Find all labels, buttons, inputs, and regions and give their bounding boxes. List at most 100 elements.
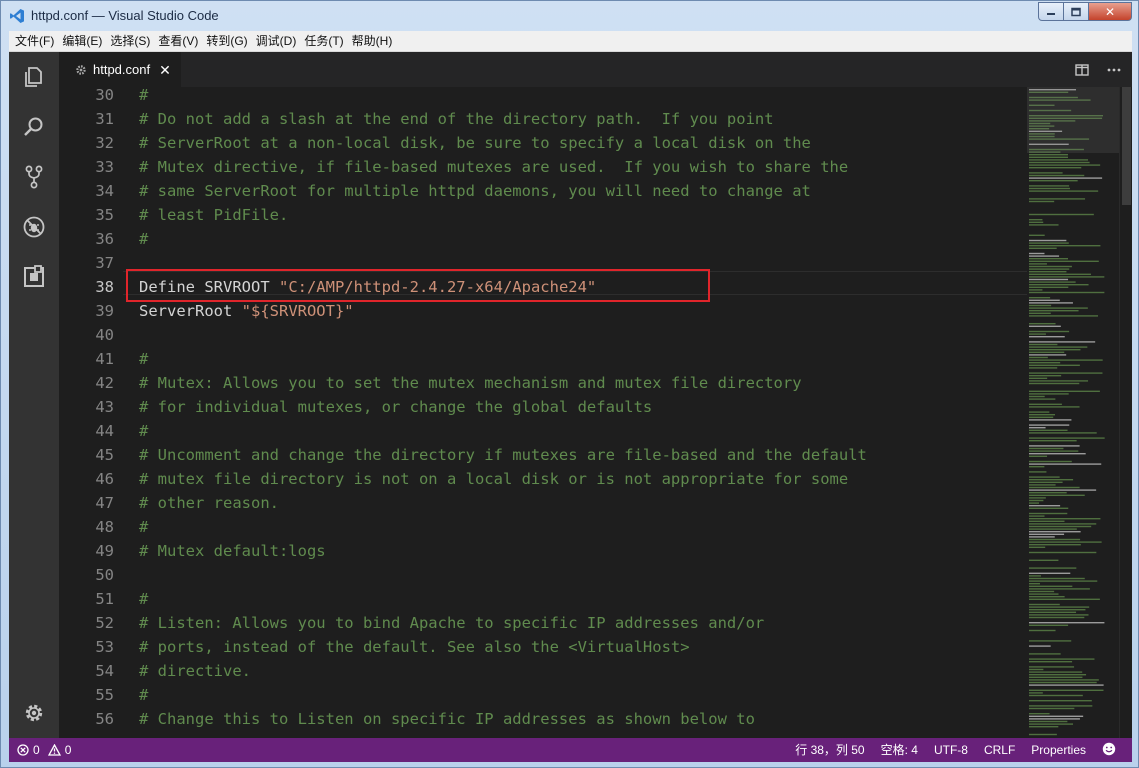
menu-file[interactable]: 文件(F) xyxy=(11,31,58,51)
line-number: 47 xyxy=(95,494,114,512)
problems-indicator[interactable]: 0 0 xyxy=(17,738,71,762)
minimap-line xyxy=(1029,705,1093,707)
minimap-line xyxy=(1029,291,1105,294)
cursor-position[interactable]: 行 38，列 50 xyxy=(787,738,872,762)
code-line[interactable]: 52 # Listen: Allows you to bind Apache to… xyxy=(59,611,1027,635)
minimap-line xyxy=(1029,377,1048,379)
minimap-line xyxy=(1029,533,1065,535)
code-token: "${SRVROOT}" xyxy=(241,302,354,320)
minimap-line xyxy=(1029,668,1044,671)
close-button[interactable]: ✕ xyxy=(1088,2,1132,21)
more-actions-button[interactable] xyxy=(1104,60,1124,80)
menu-selection[interactable]: 选择(S) xyxy=(106,31,154,51)
title-bar[interactable]: httpd.conf — Visual Studio Code ✕ xyxy=(1,1,1138,31)
minimap-line xyxy=(1029,484,1056,486)
code-line[interactable]: 43 # for individual mutexes, or change th… xyxy=(59,395,1027,419)
code-line[interactable]: 50 xyxy=(59,563,1027,587)
minimap-line xyxy=(1029,304,1052,307)
minimap-line xyxy=(1029,156,1068,158)
code-token: # Mutex directive, if file-based mutexes… xyxy=(139,158,849,176)
code-line[interactable]: 31 # Do not add a slash at the end of the… xyxy=(59,107,1027,131)
minimap-line xyxy=(1029,161,1090,164)
code-line[interactable]: 53 # ports, instead of the default. See a… xyxy=(59,635,1027,659)
code-line[interactable]: 36 # xyxy=(59,227,1027,251)
line-content: # Mutex: Allows you to set the mutex mec… xyxy=(139,371,802,395)
minimap-line xyxy=(1029,445,1080,447)
minimize-button[interactable] xyxy=(1038,2,1064,21)
minimap-line xyxy=(1029,247,1057,249)
code-line[interactable]: 39 ServerRoot "${SRVROOT}" xyxy=(59,299,1027,323)
manage-button[interactable] xyxy=(9,688,59,738)
code-line[interactable]: 44 # xyxy=(59,419,1027,443)
minimap-line xyxy=(1029,263,1047,265)
code-line[interactable]: 34 # same ServerRoot for multiple httpd d… xyxy=(59,179,1027,203)
code-token: # for individual mutexes, or change the … xyxy=(139,398,653,416)
code-line[interactable]: 51 # xyxy=(59,587,1027,611)
minimap-line xyxy=(1029,585,1073,587)
line-content: # ServerRoot at a non-local disk, be sur… xyxy=(139,131,811,155)
scrollbar-thumb[interactable] xyxy=(1122,87,1131,205)
code-line[interactable]: 54 # directive. xyxy=(59,659,1027,683)
vertical-scrollbar[interactable] xyxy=(1119,87,1132,738)
minimap-line xyxy=(1029,289,1043,291)
minimap-line xyxy=(1029,276,1105,278)
menu-view[interactable]: 查看(V) xyxy=(154,31,202,51)
code-line[interactable]: 32 # ServerRoot at a non-local disk, be s… xyxy=(59,131,1027,155)
minimap[interactable] xyxy=(1027,87,1119,738)
minimap-line xyxy=(1029,538,1081,541)
indentation[interactable]: 空格: 4 xyxy=(873,738,926,762)
menu-tasks[interactable]: 任务(T) xyxy=(300,31,347,51)
minimap-line xyxy=(1029,567,1077,569)
split-editor-icon xyxy=(1075,64,1089,76)
code-line[interactable]: 47 # other reason. xyxy=(59,491,1027,515)
minimap-line xyxy=(1029,544,1081,546)
language-mode[interactable]: Properties xyxy=(1023,738,1094,762)
encoding[interactable]: UTF-8 xyxy=(926,738,976,762)
minimap-line xyxy=(1029,466,1045,468)
code-line[interactable]: 40 xyxy=(59,323,1027,347)
line-number: 56 xyxy=(95,710,114,728)
app-window: httpd.conf — Visual Studio Code ✕ 文件(F) … xyxy=(0,0,1139,768)
minimap-line xyxy=(1029,684,1104,686)
code-line[interactable]: 46 # mutex file directory is not on a loc… xyxy=(59,467,1027,491)
explorer-button[interactable] xyxy=(9,52,59,102)
minimap-slider[interactable] xyxy=(1027,87,1119,153)
minimap-line xyxy=(1029,336,1065,338)
code-token: # xyxy=(139,686,149,704)
maximize-button[interactable] xyxy=(1063,2,1089,21)
minimap-line xyxy=(1029,380,1089,382)
minimap-line xyxy=(1029,260,1099,262)
code-line[interactable]: 45 # Uncomment and change the directory i… xyxy=(59,443,1027,467)
code-line[interactable]: 55 # xyxy=(59,683,1027,707)
code-line[interactable]: 30 # xyxy=(59,87,1027,107)
window-controls: ✕ xyxy=(1038,2,1132,21)
minimap-line xyxy=(1029,393,1069,395)
code-line[interactable]: 48 # xyxy=(59,515,1027,539)
menu-go[interactable]: 转到(G) xyxy=(202,31,251,51)
code-line[interactable]: 56 # Change this to Listen on specific IP… xyxy=(59,707,1027,731)
menu-edit[interactable]: 编辑(E) xyxy=(58,31,106,51)
line-endings[interactable]: CRLF xyxy=(976,738,1023,762)
code-line[interactable]: 49 # Mutex default:logs xyxy=(59,539,1027,563)
feedback-button[interactable] xyxy=(1094,738,1124,762)
menu-debug[interactable]: 调试(D) xyxy=(252,31,301,51)
source-control-button[interactable] xyxy=(9,152,59,202)
line-number: 36 xyxy=(95,230,114,248)
menu-help[interactable]: 帮助(H) xyxy=(348,31,397,51)
code-token: # Do not add a slash at the end of the d… xyxy=(139,110,774,128)
code-line[interactable]: 42 # Mutex: Allows you to set the mutex m… xyxy=(59,371,1027,395)
minimap-line xyxy=(1029,733,1057,736)
code-line[interactable]: 41 # xyxy=(59,347,1027,371)
code-line[interactable]: 33 # Mutex directive, if file-based mutex… xyxy=(59,155,1027,179)
minimap-line xyxy=(1029,312,1051,314)
search-button[interactable] xyxy=(9,102,59,152)
split-editor-button[interactable] xyxy=(1072,60,1092,80)
tab-close-icon[interactable]: ✕ xyxy=(159,63,171,77)
minimap-line xyxy=(1029,234,1045,236)
tab-httpd-conf[interactable]: httpd.conf ✕ xyxy=(59,52,181,87)
extensions-button[interactable] xyxy=(9,252,59,302)
debug-button[interactable] xyxy=(9,202,59,252)
code-line[interactable]: 35 # least PidFile. xyxy=(59,203,1027,227)
minimap-line xyxy=(1029,681,1097,684)
code-editor[interactable]: 30 #31 # Do not add a slash at the end of … xyxy=(59,87,1132,738)
